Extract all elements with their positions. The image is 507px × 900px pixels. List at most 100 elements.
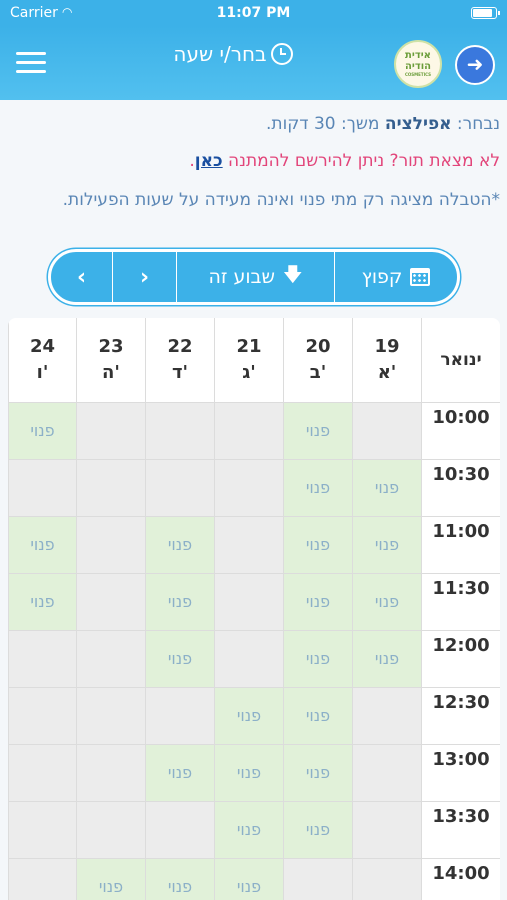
jump-label: קפוץ [361,266,403,288]
selected-duration: משך: 30 דקות. [266,114,385,134]
free-slot-cell[interactable]: פנוי [145,515,215,574]
time-label: 14:00 [421,857,500,900]
week-pager: ‹ › שבוע זה 🡇 קפוץ [48,249,460,305]
unavailable-slot-cell [145,686,215,745]
selected-prefix: נבחר: [451,114,500,134]
table-body: פנוי פנוי 10:00 פנוי פנוי 10:30 פנוי פנוי פנוי פנ… [8,401,500,900]
unavailable-slot-cell [8,857,77,900]
table-row: פנוי פנוי פנוי 12:00 [8,629,500,688]
free-slot-cell[interactable]: פנוי [8,515,77,574]
free-slot-cell[interactable]: פנוי [283,629,353,688]
day-header: 24 ו' [8,318,77,403]
free-slot-cell[interactable]: פנוי [214,800,284,859]
free-slot-cell[interactable]: פנוי [145,629,215,688]
free-slot-cell[interactable]: פנוי [283,800,353,859]
free-slot-cell[interactable]: פנוי [145,857,215,900]
unavailable-slot-cell [214,629,284,688]
unavailable-slot-cell [8,800,77,859]
unavailable-slot-cell [214,458,284,517]
unavailable-slot-cell [76,743,146,802]
unavailable-slot-cell [8,743,77,802]
forward-arrow-button[interactable]: ➜ [455,45,495,85]
time-label: 12:00 [421,629,500,688]
free-slot-cell[interactable]: פנוי [214,743,284,802]
status-bar: Carrier ◠ 11:07 PM [0,0,507,26]
unavailable-slot-cell [352,800,422,859]
free-slot-cell[interactable]: פנוי [145,572,215,631]
free-slot-cell[interactable]: פנוי [145,743,215,802]
calendar-icon [410,268,431,286]
time-label: 11:30 [421,572,500,631]
logo-line-3: COSMETICS [404,72,432,77]
this-week-label: שבוע זה [208,266,275,288]
unavailable-slot-cell [8,686,77,745]
unavailable-slot-cell [76,629,146,688]
day-name: ב' [309,361,327,383]
day-header: 23 ה' [76,318,146,403]
day-number: 19 [374,335,400,357]
business-logo: אידית הודיה COSMETICS [394,40,442,88]
table-row: פנוי פנוי 10:00 [8,401,500,460]
day-number: 24 [29,335,56,357]
clock-icon [271,43,293,65]
waitlist-text: לא מצאת תור? ניתן להירשם להמתנה כאן. [10,151,500,171]
free-slot-cell[interactable]: פנוי [352,572,422,631]
day-header: 21 ג' [214,318,284,403]
free-slot-cell[interactable]: פנוי [283,458,353,517]
unavailable-slot-cell [352,401,422,460]
schedule-table: 24 ו' 23 ה' 22 ד' 21 ג' 20 ב' 19 א' ינואר פנוי פנוי 10… [8,318,500,900]
next-week-button[interactable]: › [113,252,177,302]
day-header: 19 א' [352,318,422,403]
free-slot-cell[interactable]: פנוי [214,686,284,745]
month-header: ינואר [421,318,500,403]
unavailable-slot-cell [214,401,284,460]
jump-to-date-button[interactable]: קפוץ [335,252,457,302]
waitlist-link[interactable]: כאן [195,151,223,171]
unavailable-slot-cell [8,629,77,688]
unavailable-slot-cell [352,686,422,745]
table-row: פנוי פנוי 13:30 [8,800,500,859]
free-slot-cell[interactable]: פנוי [283,686,353,745]
waitlist-prompt: לא מצאת תור? ניתן להירשם להמתנה [222,151,500,171]
unavailable-slot-cell [214,572,284,631]
table-note: *הטבלה מציגה רק מתי פנוי ואינה מעידה על … [62,190,500,210]
day-name: ה' [102,361,120,383]
unavailable-slot-cell [352,743,422,802]
logo-line-1: אידית [405,50,431,61]
free-slot-cell[interactable]: פנוי [352,458,422,517]
free-slot-cell[interactable]: פנוי [8,401,77,460]
free-slot-cell[interactable]: פנוי [352,515,422,574]
free-slot-cell[interactable]: פנוי [283,401,353,460]
free-slot-cell[interactable]: פנוי [283,515,353,574]
logo-line-2: הודיה [405,61,431,72]
unavailable-slot-cell [76,515,146,574]
unavailable-slot-cell [76,572,146,631]
unavailable-slot-cell [8,458,77,517]
time-label: 10:30 [421,458,500,517]
clock-time: 11:07 PM [216,5,291,21]
nav-bar: בחר/י שעה אידית הודיה COSMETICS ➜ [0,26,507,100]
day-header: 22 ד' [145,318,215,403]
free-slot-cell[interactable]: פנוי [8,572,77,631]
unavailable-slot-cell [145,458,215,517]
day-number: 20 [305,335,331,357]
day-number: 21 [236,335,262,357]
free-slot-cell[interactable]: פנוי [352,629,422,688]
free-slot-cell[interactable]: פנוי [76,857,146,900]
time-label: 11:00 [421,515,500,574]
unavailable-slot-cell [76,686,146,745]
table-row: פנוי פנוי פנוי 14:00 [8,857,500,900]
free-slot-cell[interactable]: פנוי [283,743,353,802]
time-label: 13:30 [421,800,500,859]
free-slot-cell[interactable]: פנוי [214,857,284,900]
time-label: 12:30 [421,686,500,745]
day-header: 20 ב' [283,318,353,403]
unavailable-slot-cell [76,458,146,517]
prev-week-button[interactable]: ‹ [51,252,113,302]
hamburger-menu-icon[interactable] [16,52,46,74]
unavailable-slot-cell [76,401,146,460]
arrow-down-icon: 🡇 [283,264,303,286]
this-week-button[interactable]: שבוע זה 🡇 [177,252,335,302]
free-slot-cell[interactable]: פנוי [283,572,353,631]
unavailable-slot-cell [76,800,146,859]
